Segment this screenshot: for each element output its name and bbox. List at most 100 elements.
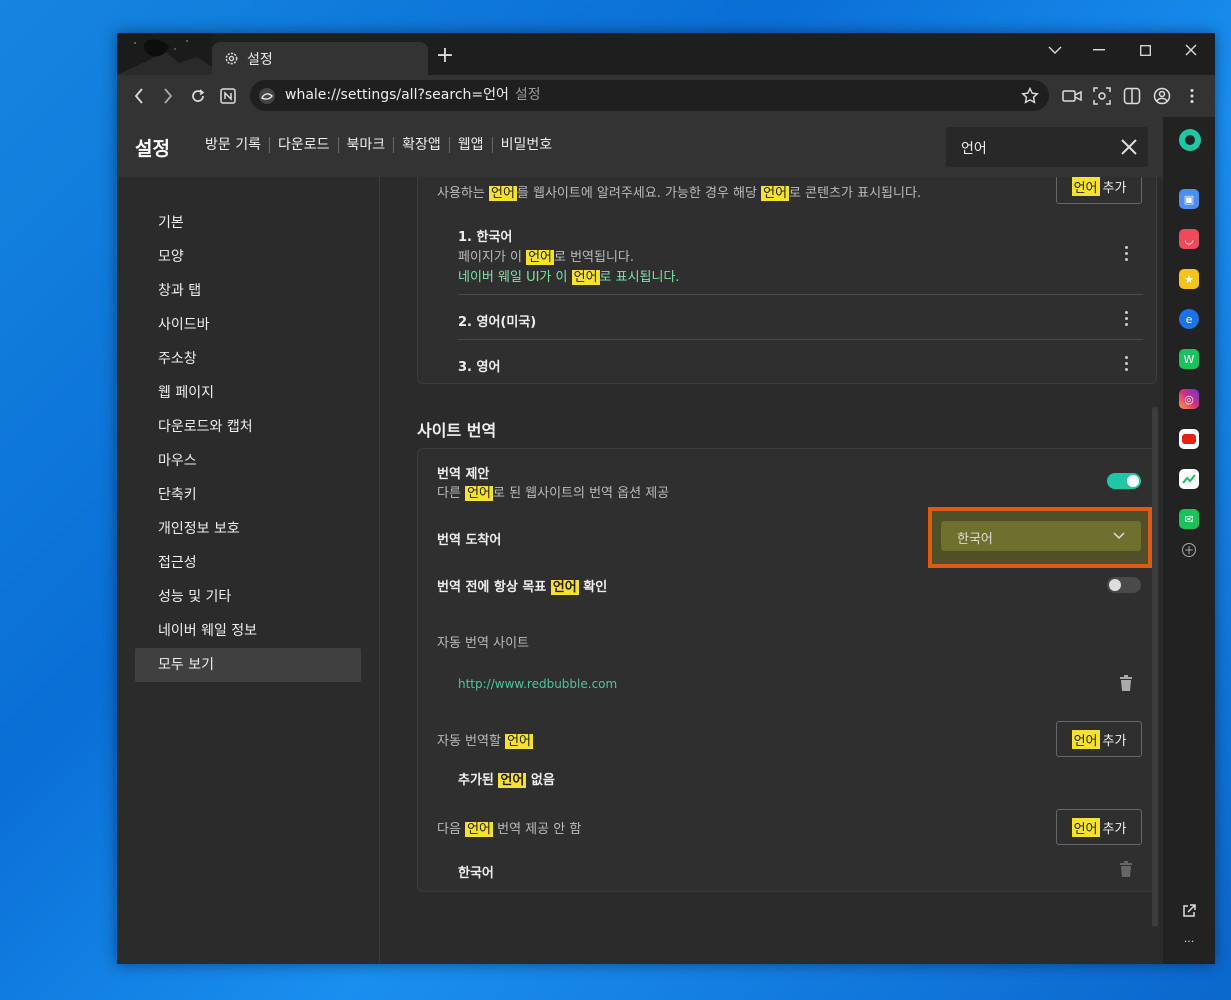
naver-app-icon[interactable]: ✉ <box>1179 509 1199 529</box>
add-app-icon[interactable]: + <box>1182 543 1196 557</box>
webtoon-icon[interactable]: W <box>1179 349 1199 369</box>
no-languages-text: 추가된 언어 없음 <box>458 773 555 788</box>
sidebar-item-downloads-capture[interactable]: 다운로드와 캡처 <box>135 410 361 444</box>
address-bar[interactable]: whale://settings/all?search=언어 설정 <box>250 80 1049 111</box>
sidebar-item-privacy[interactable]: 개인정보 보호 <box>135 512 361 546</box>
pocket-icon[interactable]: ◡ <box>1179 229 1199 249</box>
trash-icon[interactable] <box>1119 675 1133 691</box>
trash-icon <box>1120 861 1132 877</box>
settings-search-input[interactable]: 언어 <box>946 127 1148 167</box>
more-options-icon[interactable] <box>1118 243 1134 263</box>
sidebar-item-windows-tabs[interactable]: 창과 탭 <box>135 274 361 308</box>
toolbar: whale://settings/all?search=언어 설정 <box>117 75 1215 117</box>
new-tab-button[interactable]: + <box>435 45 455 67</box>
star-app-icon[interactable]: ★ <box>1179 269 1199 289</box>
language-card: 사용하는 언어 를 웹사이트에 알려주세요. 가능한 경우 해당 언어 로 콘텐츠가… <box>417 177 1157 384</box>
auto-translate-site[interactable]: http://www.redbubble.com <box>458 677 617 691</box>
maximize-button[interactable] <box>1122 33 1168 67</box>
sidebar-item-sidebar[interactable]: 사이드바 <box>135 308 361 342</box>
settings-top-nav: 방문 기록 다운로드 북마크 확장앱 웹앱 비밀번호 <box>197 137 560 153</box>
offer-translate-toggle[interactable] <box>1107 473 1141 489</box>
confirm-target-label: 번역 전에 항상 목표 언어 확인 <box>437 580 608 595</box>
offer-translate-title: 번역 제안 <box>437 467 490 482</box>
browser-window: 설정 + whale://settings/all?search=언어 설정 설정… <box>117 33 1215 964</box>
never-translate-label: 다음 언어 번역 제공 안 함 <box>437 822 582 837</box>
divider <box>458 339 1143 340</box>
chevron-down-icon <box>1113 532 1125 540</box>
url-text: whale://settings/all?search=언어 <box>285 87 509 103</box>
sidebar-item-web-page[interactable]: 웹 페이지 <box>135 376 361 410</box>
language-description: 사용하는 언어 를 웹사이트에 알려주세요. 가능한 경우 해당 언어 로 콘텐츠가… <box>437 186 922 201</box>
whale-theme-art <box>117 33 212 75</box>
youtube-icon[interactable] <box>1179 429 1199 449</box>
search-value: 언어 <box>961 141 987 157</box>
settings-page: 설정 방문 기록 다운로드 북마크 확장앱 웹앱 비밀번호 언어 기본 모양 창… <box>117 117 1163 964</box>
confirm-target-toggle[interactable] <box>1107 577 1141 593</box>
stock-chart-icon[interactable] <box>1179 469 1199 489</box>
language-item-note: 페이지가 이 언어 로 번역됩니다. <box>458 250 635 265</box>
split-view-icon[interactable] <box>1119 83 1145 109</box>
sidebar-item-performance[interactable]: 성능 및 기타 <box>135 580 361 614</box>
url-suffix: 설정 <box>514 87 541 103</box>
target-language-select[interactable]: 한국어 <box>941 521 1141 551</box>
tab-strip: 설정 + <box>117 33 1215 75</box>
tab-search-chevron-icon[interactable] <box>1032 33 1078 67</box>
auto-translate-language-label: 자동 번역할 언어 <box>437 734 533 749</box>
sidebar-item-about[interactable]: 네이버 웨일 정보 <box>135 614 361 648</box>
more-options-icon[interactable] <box>1118 353 1134 373</box>
section-title: 사이트 번역 <box>417 421 497 440</box>
more-options-icon[interactable] <box>1118 308 1134 328</box>
profile-icon[interactable] <box>1149 83 1175 109</box>
sidebar-item-mouse[interactable]: 마우스 <box>135 444 361 478</box>
add-language-button[interactable]: 언어 추가 <box>1056 177 1142 204</box>
sidebar-item-accessibility[interactable]: 접근성 <box>135 546 361 580</box>
nav-passwords[interactable]: 비밀번호 <box>491 137 561 153</box>
instagram-icon[interactable]: ◎ <box>1179 389 1199 409</box>
clear-search-icon[interactable] <box>1118 136 1140 158</box>
capture-icon[interactable] <box>1089 83 1115 109</box>
sidebar-item-basic[interactable]: 기본 <box>135 206 361 240</box>
gear-icon <box>225 52 238 65</box>
translate-app-icon[interactable]: ▣ <box>1179 189 1199 209</box>
nav-history[interactable]: 방문 기록 <box>197 137 269 153</box>
bookmark-star-icon[interactable] <box>1021 87 1039 105</box>
edge-icon[interactable]: e <box>1179 309 1199 329</box>
whale-site-icon <box>259 88 275 104</box>
minimize-button[interactable] <box>1076 33 1122 67</box>
tab-settings[interactable]: 설정 <box>212 42 428 75</box>
sidebar-item-shortcuts[interactable]: 단축키 <box>135 478 361 512</box>
nav-bookmarks[interactable]: 북마크 <box>337 137 394 153</box>
settings-content: 사용하는 언어 를 웹사이트에 알려주세요. 가능한 경우 해당 언어 로 콘텐츠가… <box>380 177 1163 964</box>
nav-webapps[interactable]: 웹앱 <box>448 137 492 153</box>
never-translate-item: 한국어 <box>458 866 494 881</box>
video-icon[interactable] <box>1059 83 1085 109</box>
language-item-name: 1. 한국어 <box>458 230 513 245</box>
add-never-translate-language-button[interactable]: 언어 추가 <box>1056 809 1142 845</box>
reload-button[interactable] <box>185 83 211 109</box>
nav-extensions[interactable]: 확장앱 <box>393 137 449 153</box>
scrollbar[interactable] <box>1152 407 1158 927</box>
target-language-value: 한국어 <box>957 532 993 547</box>
green-circle-icon[interactable] <box>1179 129 1201 151</box>
tab-title: 설정 <box>247 51 273 68</box>
language-item-ui-note: 네이버 웨일 UI가 이 언어 로 표시됩니다. <box>458 270 680 285</box>
nav-downloads[interactable]: 다운로드 <box>268 137 338 153</box>
settings-sidebar: 기본 모양 창과 탭 사이드바 주소창 웹 페이지 다운로드와 캡처 마우스 단… <box>117 177 380 964</box>
more-icon[interactable]: ··· <box>1179 931 1199 951</box>
external-link-icon[interactable] <box>1179 901 1199 921</box>
language-item-name: 2. 영어(미국) <box>458 315 537 330</box>
close-window-button[interactable] <box>1168 33 1214 67</box>
sidebar-item-appearance[interactable]: 모양 <box>135 240 361 274</box>
add-auto-translate-language-button[interactable]: 언어 추가 <box>1056 721 1142 757</box>
sidebar-item-all[interactable]: 모두 보기 <box>135 648 361 682</box>
forward-button[interactable] <box>155 83 181 109</box>
naver-icon[interactable] <box>215 83 241 109</box>
menu-icon[interactable] <box>1179 83 1205 109</box>
page-title: 설정 <box>135 138 170 160</box>
auto-translate-sites-label: 자동 번역 사이트 <box>437 636 529 651</box>
sidebar-item-address-bar[interactable]: 주소창 <box>135 342 361 376</box>
translate-card: 번역 제안 다른 언어 로 된 웹사이트의 번역 옵션 제공 번역 도착어 한국어… <box>417 448 1157 892</box>
back-button[interactable] <box>126 83 152 109</box>
divider <box>458 294 1143 295</box>
offer-translate-desc: 다른 언어 로 된 웹사이트의 번역 옵션 제공 <box>437 486 670 501</box>
